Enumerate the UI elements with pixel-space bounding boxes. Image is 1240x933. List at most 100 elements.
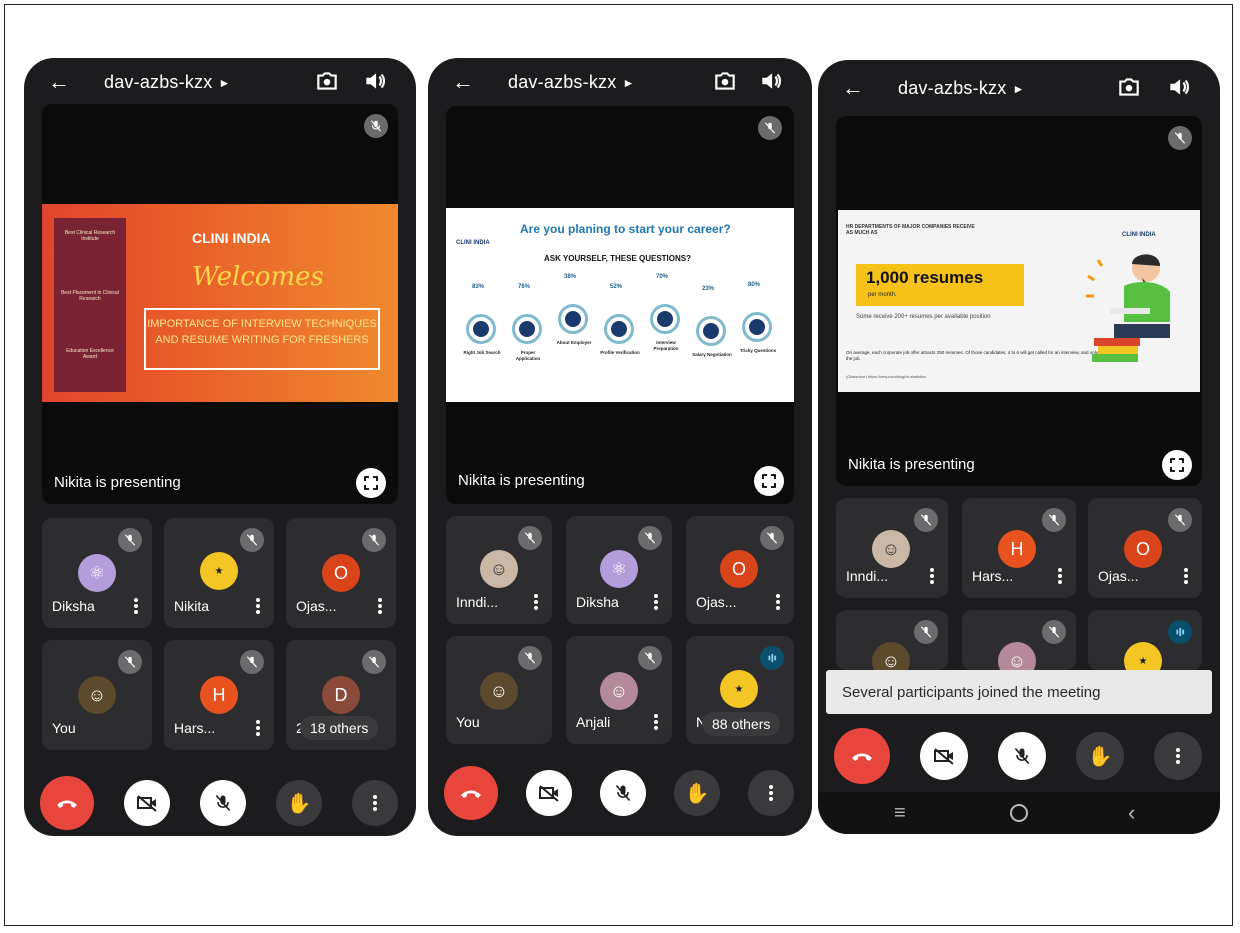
more-vert-icon[interactable] [256,720,260,736]
speaker-icon[interactable] [362,68,388,94]
more-vert-icon[interactable] [654,714,658,730]
participant-tile-partial-2[interactable]: ☺ [962,610,1076,670]
mic-off-icon [364,114,388,138]
more-vert-icon[interactable] [654,594,658,610]
raise-hand-button[interactable]: ✋ [1076,732,1124,780]
participant-tile-others[interactable]: D 21 18 others [286,640,396,750]
mic-off-icon [1042,620,1066,644]
mic-off-icon [240,528,264,552]
camera-off-button[interactable] [526,770,572,816]
participant-tile-diksha[interactable]: ⚛ Diksha [566,516,672,624]
camera-off-button[interactable] [124,780,170,826]
participant-name: Hars... [972,568,1014,584]
back-arrow-icon[interactable]: ← [842,76,864,100]
participant-name: Nikita [174,598,210,614]
more-options-button[interactable] [748,770,794,816]
meeting-code[interactable]: dav-azbs-kzx ► [104,72,231,93]
fullscreen-icon[interactable] [356,468,386,498]
participant-name: You [52,720,76,736]
mic-off-icon [914,620,938,644]
participant-tile-nikita[interactable]: ★ Nikita [164,518,274,628]
recents-nav-icon[interactable]: ≡ [894,802,906,825]
mic-off-icon [914,508,938,532]
participant-tile-others[interactable]: ★ N 88 others [686,636,794,744]
speaker-icon[interactable] [758,68,784,94]
participant-tile-hars[interactable]: H Hars... [164,640,274,750]
topic-box: IMPORTANCE OF INTERVIEW TECHNIQUES AND R… [144,308,380,370]
others-count: 88 others [702,712,781,736]
switch-camera-icon[interactable] [1116,74,1142,100]
more-options-button[interactable] [1154,732,1202,780]
initial-avatar: H [200,676,238,714]
chevron-right-icon: ► [1012,82,1025,96]
mic-off-icon [362,528,386,552]
mic-off-button[interactable] [600,770,646,816]
participant-tile-ojas[interactable]: O Ojas... [686,516,794,624]
badge-avatar: ★ [720,670,758,708]
more-vert-icon[interactable] [930,568,934,584]
back-nav-icon[interactable]: ‹ [1128,800,1135,826]
participant-tile-inndi[interactable]: ☺ Inndi... [446,516,552,624]
mic-off-button[interactable] [998,732,1046,780]
question-percent: 23% [702,286,715,292]
more-options-button[interactable] [352,780,398,826]
more-vert-icon[interactable] [134,598,138,614]
participant-tile-partial-3[interactable]: ★ [1088,610,1202,670]
more-vert-icon[interactable] [256,598,260,614]
more-vert-icon[interactable] [1058,568,1062,584]
camera-off-button[interactable] [920,732,968,780]
phone-screen-1: ← dav-azbs-kzx ► Best Clinical Research I… [24,58,416,836]
switch-camera-icon[interactable] [712,68,738,94]
end-call-button[interactable] [40,776,94,830]
question-label: Salary Negotiation [692,352,732,357]
presenting-label: Nikita is presenting [54,474,181,491]
slide-source: (Glassdoor) https://zety.com/blog/hr-sta… [846,374,926,379]
back-arrow-icon[interactable]: ← [48,70,70,94]
audio-level-icon [1168,620,1192,644]
switch-camera-icon[interactable] [314,68,340,94]
presentation-stage: Best Clinical Research Institute Best Pl… [42,104,398,504]
others-count: 18 others [300,716,379,740]
question-percent: 83% [472,284,485,290]
participant-name: Hars... [174,720,216,736]
speaker-icon[interactable] [1166,74,1192,100]
presenting-label: Nikita is presenting [458,472,585,489]
participant-tile-hars[interactable]: H Hars... [962,498,1076,598]
raise-hand-button[interactable]: ✋ [674,770,720,816]
participant-name: Diksha [576,594,619,610]
more-vert-icon[interactable] [776,594,780,610]
phone-screen-3: ← dav-azbs-kzx ► HR DEPARTMENTS OF MAJOR … [818,60,1220,834]
home-nav-icon[interactable] [1010,804,1028,822]
fullscreen-icon[interactable] [754,466,784,496]
resumes-big: 1,000 resumes [866,268,984,287]
shared-slide: CLINI INDIA Are you planing to start you… [446,208,794,402]
mic-off-button[interactable] [200,780,246,826]
presenting-label: Nikita is presenting [848,456,975,473]
raise-hand-button[interactable]: ✋ [276,780,322,826]
end-call-button[interactable] [834,728,890,784]
slide-header: HR DEPARTMENTS OF MAJOR COMPANIES RECEIV… [846,224,975,236]
mic-off-icon [638,646,662,670]
award-1: Best Clinical Research Institute [64,230,116,242]
question-label: Right Job Search [463,350,501,355]
participant-name: You [456,714,480,730]
participant-tile-partial-1[interactable]: ☺ [836,610,948,670]
participant-tile-ojas[interactable]: O Ojas... [286,518,396,628]
participant-tile-ojas[interactable]: O Ojas... [1088,498,1202,598]
end-call-button[interactable] [444,766,498,820]
question-icon [512,314,542,344]
participant-tile-inndi[interactable]: ☺ Inndi... [836,498,948,598]
question-label: Profile Verification [600,350,640,355]
participant-tile-you[interactable]: ☺ You [446,636,552,744]
mic-off-icon [760,526,784,550]
more-vert-icon[interactable] [534,594,538,610]
more-vert-icon[interactable] [378,598,382,614]
meeting-code[interactable]: dav-azbs-kzx ► [508,72,635,93]
participant-tile-you[interactable]: ☺ You [42,640,152,750]
participant-tile-diksha[interactable]: ⚛ Diksha [42,518,152,628]
meeting-code[interactable]: dav-azbs-kzx ► [898,78,1025,99]
back-arrow-icon[interactable]: ← [452,70,474,94]
fullscreen-icon[interactable] [1162,450,1192,480]
participant-tile-anjali[interactable]: ☺ Anjali [566,636,672,744]
more-vert-icon[interactable] [1184,568,1188,584]
